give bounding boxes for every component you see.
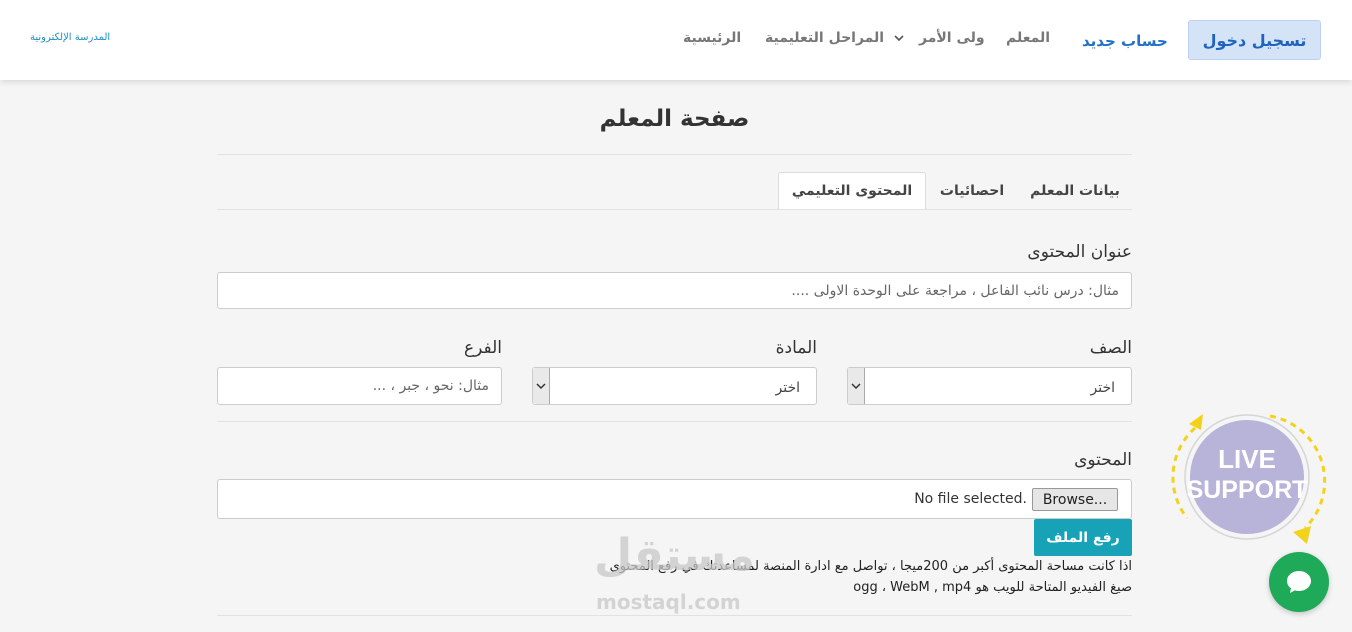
nav-stages-label: المراحل التعليمية [765, 30, 885, 46]
subject-label: المادة [775, 338, 817, 358]
chevron-down-icon [533, 368, 550, 404]
nav-guardian-link[interactable]: ولى الأمر [919, 30, 985, 46]
file-input[interactable]: Browse... No file selected. [217, 479, 1132, 519]
nav-home-link[interactable]: الرئيسية [683, 30, 741, 46]
tab-statistics[interactable]: احصائيات [929, 172, 1015, 210]
top-navbar: المدرسة الإلكترونية الرئيسية المراحل الت… [0, 0, 1352, 80]
watermark-latin: mostaql.com [596, 590, 741, 614]
tabs-divider [217, 209, 1132, 210]
tab-educational-content[interactable]: المحتوى التعليمي [778, 172, 926, 210]
section-divider [217, 421, 1132, 422]
bottom-divider [217, 615, 1132, 616]
chat-bubble-icon [1287, 571, 1311, 593]
content-label: المحتوى [1074, 450, 1132, 470]
content-title-input[interactable] [217, 272, 1132, 309]
svg-text:LIVE: LIVE [1218, 444, 1276, 474]
login-button[interactable]: تسجيل دخول [1188, 20, 1321, 60]
branch-label: الفرع [463, 338, 502, 358]
grade-label: الصف [1089, 338, 1132, 358]
subject-select-value: اختر [775, 380, 801, 396]
mostaql-watermark: مستقل mostaql.com [594, 530, 764, 620]
nav-teacher-link[interactable]: المعلم [1006, 30, 1050, 46]
title-divider [217, 154, 1132, 155]
branch-input[interactable] [217, 367, 502, 405]
formats-note: صيغ الفيديو المتاحة للويب هو ogg ، WebM … [853, 580, 1132, 595]
size-note: اذا كانت مساحة المحتوى أكبر من 200ميجا ،… [609, 559, 1132, 574]
chevron-down-icon [848, 368, 865, 404]
tab-teacher-data[interactable]: بيانات المعلم [1018, 172, 1132, 210]
grade-select[interactable]: اختر [847, 367, 1132, 405]
chat-button[interactable] [1269, 552, 1329, 612]
content-title-label: عنوان المحتوى [1027, 242, 1132, 262]
chevron-down-icon [894, 35, 904, 42]
svg-text:SUPPORT: SUPPORT [1187, 476, 1308, 504]
page-title: صفحة المعلم [599, 106, 750, 132]
browse-button[interactable]: Browse... [1032, 488, 1118, 511]
grade-select-value: اختر [1090, 380, 1116, 396]
nav-register-link[interactable]: حساب جديد [1082, 32, 1168, 50]
nav-stages-dropdown[interactable]: المراحل التعليمية [765, 30, 905, 46]
live-support-badge[interactable]: LIVE SUPPORT [1165, 410, 1330, 545]
upload-file-button[interactable]: رفع الملف [1034, 519, 1132, 556]
file-status-text: No file selected. [914, 491, 1027, 507]
brand-logo-text[interactable]: المدرسة الإلكترونية [30, 32, 110, 43]
subject-select[interactable]: اختر [532, 367, 817, 405]
live-support-icon: LIVE SUPPORT [1171, 414, 1327, 544]
